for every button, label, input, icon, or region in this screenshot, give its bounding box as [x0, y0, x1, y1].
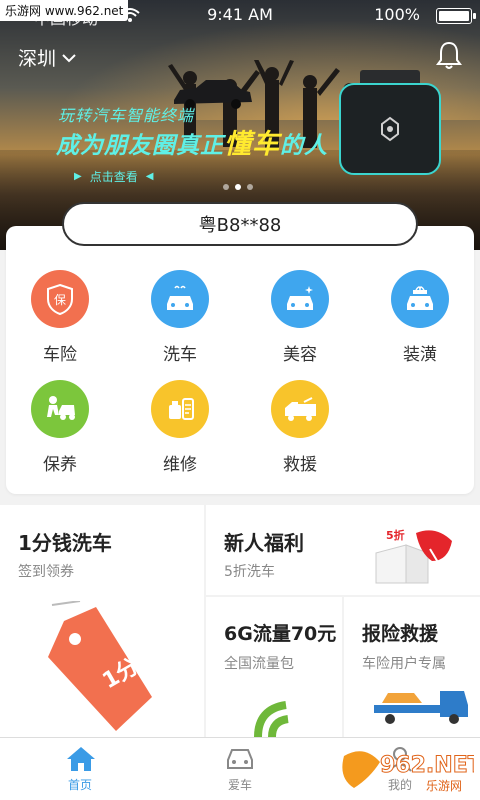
- car-decoration-icon: [391, 270, 449, 328]
- tow-truck-icon: [271, 380, 329, 438]
- chevron-down-icon: [62, 53, 76, 62]
- carousel-dot[interactable]: [223, 184, 229, 190]
- bell-icon[interactable]: [434, 40, 464, 70]
- service-label: 车险: [43, 345, 77, 365]
- service-label: 洗车: [163, 345, 197, 365]
- carousel-dots: [223, 184, 253, 190]
- svg-text:保: 保: [54, 293, 66, 307]
- site-watermark: 乐游网 www.962.net: [0, 0, 129, 21]
- obd-device-image: [339, 70, 441, 175]
- promo-data-plan[interactable]: 6G流量70元 全国流量包: [206, 597, 342, 737]
- promo-rescue[interactable]: 报险救援 车险用户专属: [344, 597, 480, 737]
- service-label: 美容: [283, 345, 317, 365]
- service-car-wash[interactable]: 洗车: [120, 270, 240, 365]
- service-decoration[interactable]: 装潢: [360, 270, 480, 365]
- promo-title: 1分钱洗车: [18, 531, 112, 555]
- gift-box-icon: 5折: [375, 528, 452, 584]
- banner-cta[interactable]: ▶ 点击查看 ◀: [74, 168, 153, 185]
- tab-label: 爱车: [227, 778, 252, 792]
- service-label: 救援: [283, 455, 317, 475]
- play-right-icon: ▶: [74, 171, 82, 182]
- banner-line2: 成为朋友圈真正懂车的人: [56, 122, 328, 161]
- banner-line2-suffix: 的人: [280, 133, 328, 159]
- repair-icon: [151, 380, 209, 438]
- promo-title: 6G流量70元: [224, 623, 337, 645]
- tab-home[interactable]: 首页: [0, 738, 160, 800]
- banner-cta-label: 点击查看: [89, 170, 138, 184]
- service-maintenance[interactable]: 保养: [0, 380, 120, 475]
- service-insurance[interactable]: 保 车险: [0, 270, 120, 365]
- promo-wash[interactable]: 1分钱洗车 签到领券 1分: [0, 505, 204, 737]
- site-logo-watermark: 962.NET 乐游网: [342, 751, 474, 793]
- promo-subtitle: 签到领券: [18, 564, 74, 580]
- service-repair[interactable]: 维修: [120, 380, 240, 475]
- home-icon: [67, 747, 95, 771]
- car-beauty-icon: [271, 270, 329, 328]
- promo-title: 新人福利: [224, 531, 304, 555]
- watermark-sub: 乐游网: [426, 779, 462, 793]
- battery-icon: [436, 8, 476, 24]
- tab-label: 首页: [67, 778, 92, 792]
- tab-my-car[interactable]: 爱车: [160, 738, 320, 800]
- tow-truck-image: [374, 691, 468, 724]
- service-label: 维修: [163, 455, 197, 475]
- promo-subtitle: 5折洗车: [224, 564, 275, 580]
- city-label: 深圳: [18, 48, 57, 70]
- battery-percent: 100%: [374, 5, 420, 24]
- signal-waves-icon: [254, 701, 289, 737]
- car-icon: [227, 749, 253, 769]
- carousel-dot-active[interactable]: [235, 184, 241, 190]
- promo-title: 报险救援: [362, 623, 439, 645]
- service-rescue[interactable]: 救援: [240, 380, 360, 475]
- promo-subtitle: 全国流量包: [224, 656, 294, 672]
- price-tag-icon: 1分: [48, 601, 152, 731]
- carousel-dot[interactable]: [247, 184, 253, 190]
- city-selector[interactable]: 深圳: [18, 44, 76, 71]
- play-left-icon: ◀: [145, 171, 154, 182]
- banner-line2-emphasis: 懂车: [224, 129, 280, 160]
- service-label: 保养: [43, 455, 77, 475]
- service-label: 装潢: [403, 345, 437, 365]
- license-plate-input[interactable]: 粤B8**88: [62, 202, 418, 246]
- maintenance-icon: [31, 380, 89, 438]
- car-wash-icon: [151, 270, 209, 328]
- watermark-brand: 962.NET: [380, 753, 474, 778]
- discount-badge-text: 5折: [386, 528, 405, 542]
- promo-new-user[interactable]: 新人福利 5折洗车 5折: [206, 505, 480, 595]
- insurance-shield-icon: 保: [31, 270, 89, 328]
- service-beauty[interactable]: 美容: [240, 270, 360, 365]
- banner-line2-prefix: 成为朋友圈真正: [56, 133, 224, 159]
- promo-subtitle: 车险用户专属: [362, 656, 446, 672]
